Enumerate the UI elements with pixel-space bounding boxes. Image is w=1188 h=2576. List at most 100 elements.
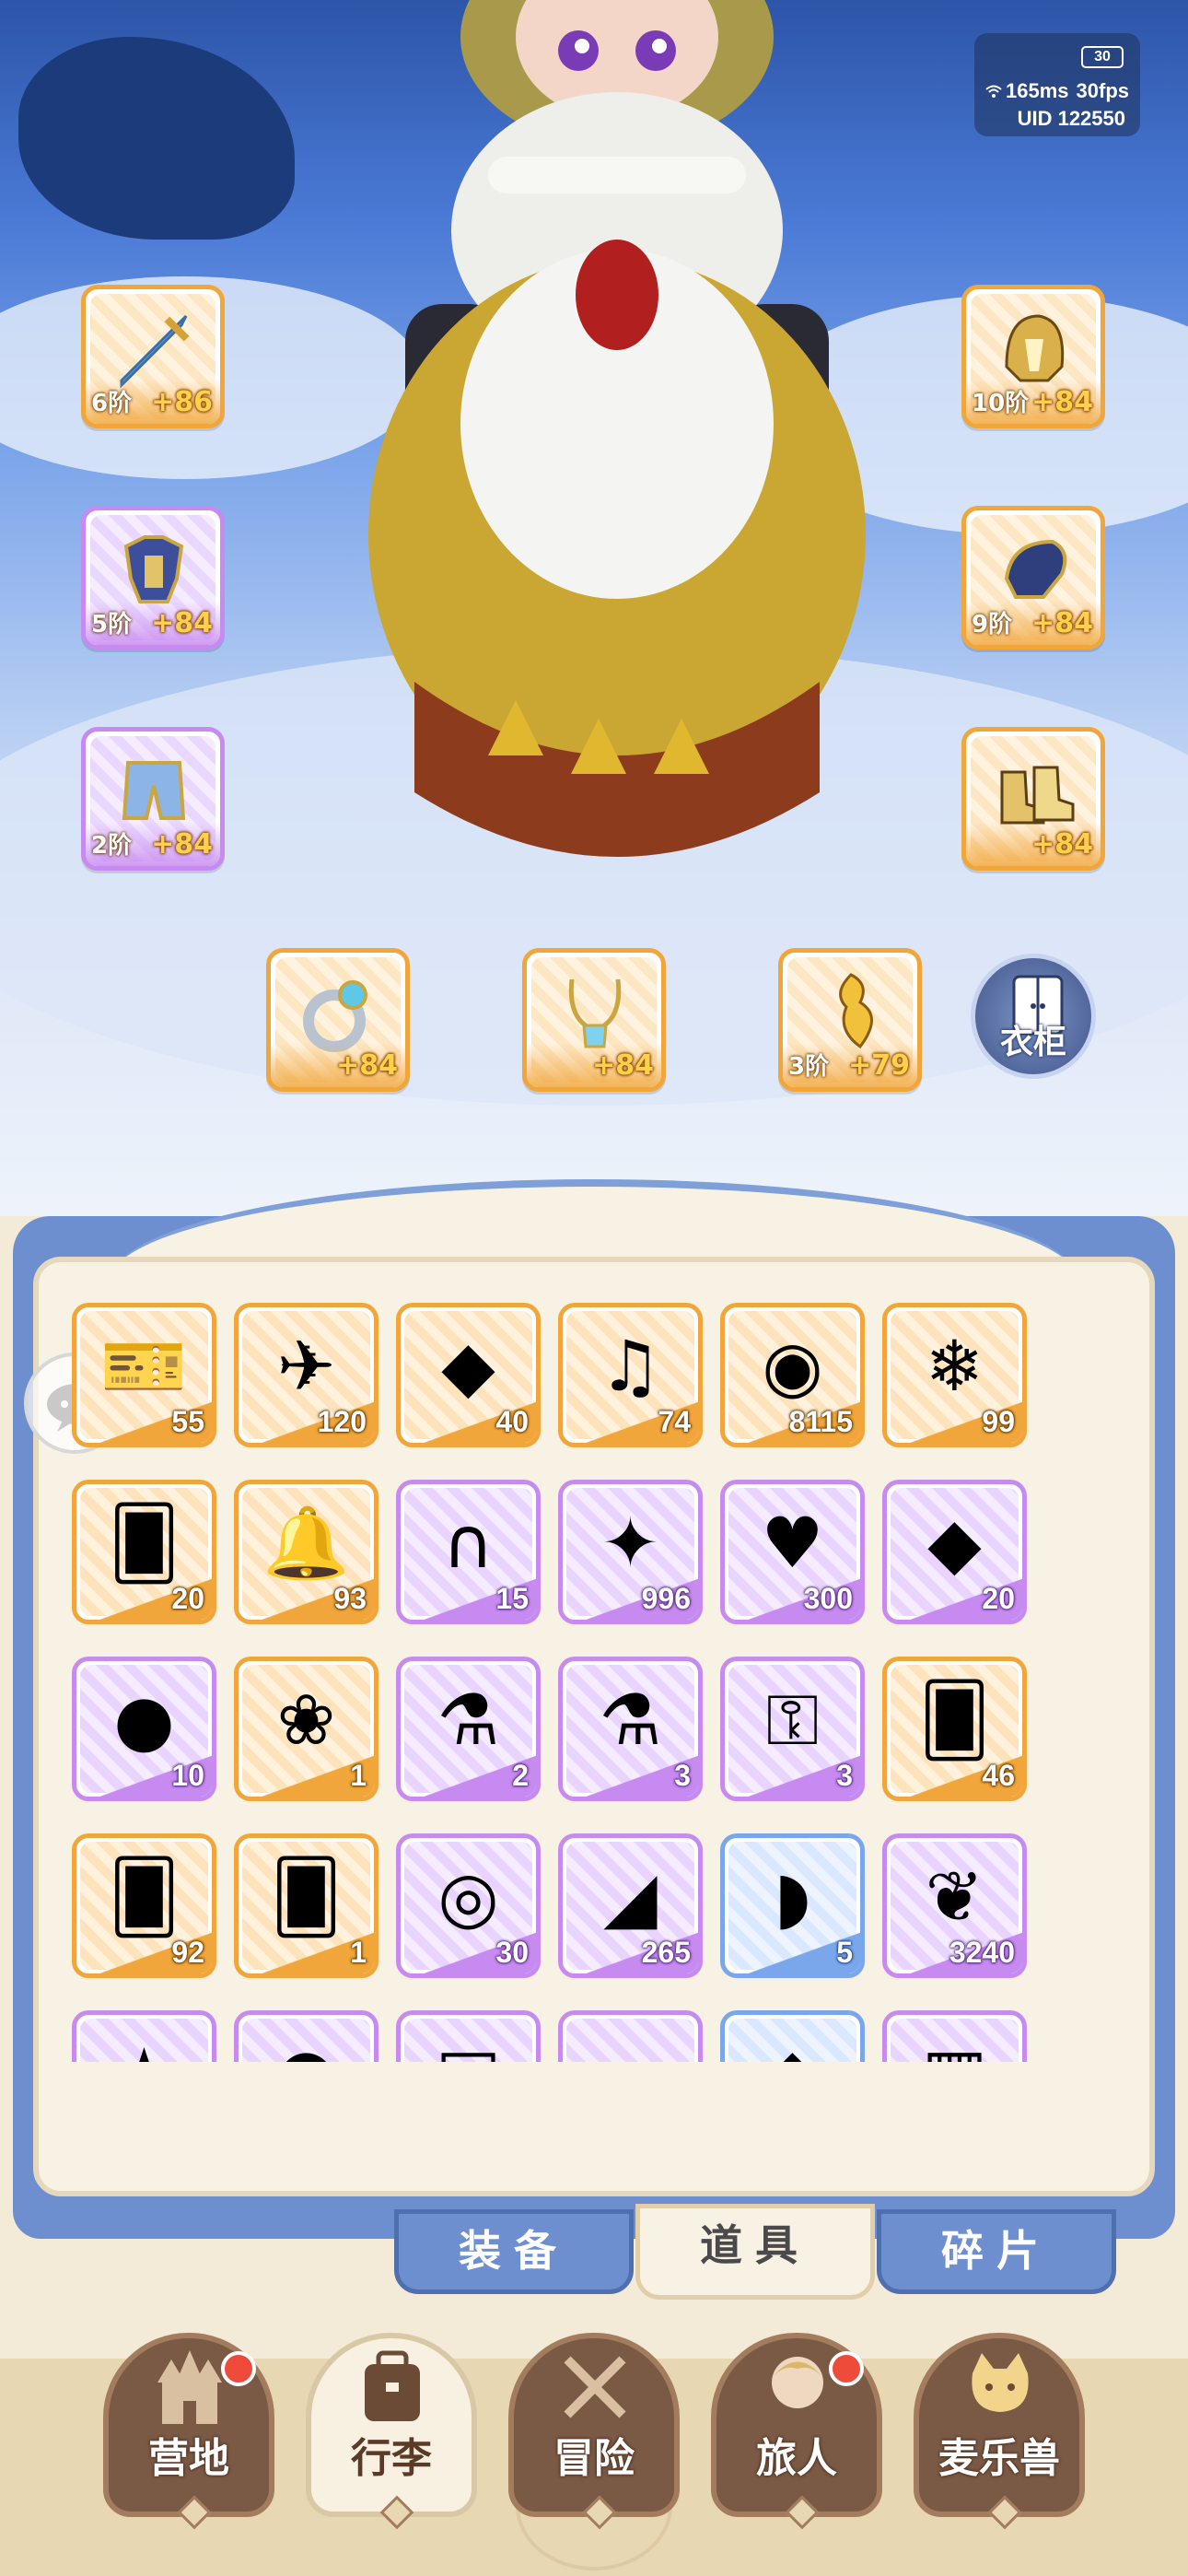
partial-item-icon: ★ xyxy=(76,2028,212,2062)
item-count: 74 xyxy=(658,1405,691,1438)
nav-traveler[interactable]: 旅人 xyxy=(711,2333,882,2530)
inventory-item[interactable]: ⚗ 2 xyxy=(396,1657,541,1801)
inventory-item[interactable]: ◎ 30 xyxy=(396,1833,541,1978)
item-count: 996 xyxy=(641,1582,691,1615)
inventory-item[interactable]: ◗ 5 xyxy=(720,1833,865,1978)
inventory-item[interactable]: ● xyxy=(234,2010,379,2062)
equip-slot-gloves[interactable]: 9阶 +84 xyxy=(961,506,1105,650)
battery-indicator: 30 xyxy=(1081,46,1124,68)
equip-slot-necklace[interactable]: +84 xyxy=(522,948,666,1092)
red-potion-icon: ⚗ xyxy=(599,1679,662,1761)
tab-items[interactable]: 道具 xyxy=(635,2204,875,2300)
notification-badge xyxy=(829,2351,864,2386)
inventory-item[interactable]: 🂠 20 xyxy=(72,1480,216,1624)
inventory-item[interactable]: ◆ 40 xyxy=(396,1303,541,1447)
equip-bonus: +84 xyxy=(151,828,213,861)
inventory-item[interactable]: 🂠 92 xyxy=(72,1833,216,1978)
equip-slot-armor[interactable]: 5阶 +84 xyxy=(81,506,225,650)
tab-equipment[interactable]: 装备 xyxy=(394,2209,634,2294)
inventory-item[interactable]: ❦ 3240 xyxy=(882,1833,1027,1978)
inventory-item[interactable]: ∩ 15 xyxy=(396,1480,541,1624)
purple-gem-icon: ◆ xyxy=(927,1502,982,1584)
outfit-card-icon: 🂠 xyxy=(108,1502,181,1584)
inventory-item[interactable]: ◉ 8115 xyxy=(720,1303,865,1447)
inventory-item[interactable]: ✈ 120 xyxy=(234,1303,379,1447)
item-count: 120 xyxy=(317,1405,367,1438)
equip-tier: 2阶 xyxy=(91,832,133,860)
item-count: 3 xyxy=(674,1759,691,1792)
inventory-item[interactable]: ◢ 265 xyxy=(558,1833,703,1978)
item-count: 30 xyxy=(495,1936,529,1969)
user-id: UID 122550 xyxy=(1017,107,1125,130)
inventory-item[interactable]: ◆ 20 xyxy=(882,1480,1027,1624)
equip-bonus: +84 xyxy=(1031,828,1093,861)
inventory-item[interactable]: 🂠 46 xyxy=(882,1657,1027,1801)
inventory-item[interactable]: ⚗ 3 xyxy=(558,1657,703,1801)
equip-slot-weapon[interactable]: 6阶 +86 xyxy=(81,285,225,428)
nav-camp[interactable]: 营地 xyxy=(103,2333,274,2530)
partial-item-icon: ▰ xyxy=(563,2028,698,2062)
equip-tier: 3阶 xyxy=(788,1053,830,1081)
nav-label: 旅人 xyxy=(756,2435,837,2482)
item-count: 1 xyxy=(350,1759,367,1792)
item-count: 55 xyxy=(171,1405,204,1438)
inventory-item[interactable]: 🂠 1 xyxy=(234,1833,379,1978)
lyre-icon: ♫ xyxy=(599,1325,662,1407)
equip-bonus: +79 xyxy=(848,1049,910,1082)
item-count: 5 xyxy=(836,1936,853,1969)
character-illustration xyxy=(368,0,866,857)
equip-slot-ring[interactable]: +84 xyxy=(266,948,410,1092)
tab-fragments[interactable]: 碎片 xyxy=(877,2209,1116,2294)
item-count: 40 xyxy=(495,1405,529,1438)
paper-plane-icon: ✈ xyxy=(276,1325,336,1407)
nav-pet[interactable]: 麦乐兽 xyxy=(914,2333,1085,2530)
cat-mirror-icon: ◎ xyxy=(437,1856,499,1938)
blue-card-icon: 🂠 xyxy=(918,1679,991,1761)
inventory-item[interactable]: ▤ xyxy=(396,2010,541,2062)
network-status-hud: 30 165ms 30fps UID 122550 xyxy=(974,33,1140,136)
equip-slot-boots[interactable]: +84 xyxy=(961,727,1105,871)
inventory-item[interactable]: ❀ 1 xyxy=(234,1657,379,1801)
inventory-item[interactable]: ◆ xyxy=(720,2010,865,2062)
ice-crystal-icon: ❄ xyxy=(925,1325,984,1407)
equip-slot-pants[interactable]: 2阶 +84 xyxy=(81,727,225,871)
inventory-scroll-area[interactable]: 🎫 55 ✈ 120 ◆ 40 ♫ 74 ◉ 8115 ❄ 99 🂠 20 🔔 93 ∩ 15 ✦ 996 ♥ 300 ◆ 2… xyxy=(72,1303,1085,2062)
item-count: 3 xyxy=(836,1759,853,1792)
inventory-item[interactable]: ♥ 300 xyxy=(720,1480,865,1624)
equip-tier: 6阶 xyxy=(91,390,133,417)
item-count: 20 xyxy=(982,1582,1015,1615)
nav-label: 营地 xyxy=(148,2435,229,2482)
inventory-item[interactable]: ★ xyxy=(72,2010,216,2062)
item-count: 3240 xyxy=(949,1936,1015,1969)
equip-slot-charm[interactable]: 3阶 +79 xyxy=(778,948,922,1092)
inventory-item[interactable]: ⚿ 3 xyxy=(720,1657,865,1801)
gold-card-icon: 🂠 xyxy=(108,1856,181,1938)
inventory-item[interactable]: 🔔 93 xyxy=(234,1480,379,1624)
inventory-item[interactable]: ✦ 996 xyxy=(558,1480,703,1624)
inventory-item[interactable]: 🎫 55 xyxy=(72,1303,216,1447)
player-character[interactable] xyxy=(350,0,884,958)
inventory-item[interactable]: ❄ 99 xyxy=(882,1303,1027,1447)
inventory-grid: 🎫 55 ✈ 120 ◆ 40 ♫ 74 ◉ 8115 ❄ 99 🂠 20 🔔 93 ∩ 15 ✦ 996 ♥ 300 ◆ 2… xyxy=(72,1303,1085,2062)
equip-bonus: +86 xyxy=(151,386,213,418)
item-count: 93 xyxy=(333,1582,367,1615)
equip-slot-helmet[interactable]: 10阶 +84 xyxy=(961,285,1105,428)
wardrobe-button[interactable]: 衣柜 xyxy=(971,954,1096,1079)
partial-item-icon: ▤ xyxy=(401,2028,536,2062)
wardrobe-label: 衣柜 xyxy=(999,1024,1066,1061)
orange-card-icon: 🂠 xyxy=(270,1856,343,1938)
item-count: 265 xyxy=(641,1936,691,1969)
blue-potion-icon: ⚗ xyxy=(437,1679,500,1761)
inventory-item[interactable]: ♫ 74 xyxy=(558,1303,703,1447)
item-count: 300 xyxy=(803,1582,853,1615)
nav-adventure[interactable]: 冒险 xyxy=(508,2333,680,2530)
inventory-item[interactable]: ● 10 xyxy=(72,1657,216,1801)
inventory-item[interactable]: ▦ xyxy=(882,2010,1027,2062)
seed-pack-icon: ❀ xyxy=(276,1679,336,1761)
item-count: 10 xyxy=(171,1759,204,1792)
inventory-item[interactable]: ▰ xyxy=(558,2010,703,2062)
fps-readout: 30fps xyxy=(1076,79,1129,102)
nav-luggage[interactable]: 行李 xyxy=(306,2333,477,2530)
item-count: 92 xyxy=(171,1936,204,1969)
nav-label: 麦乐兽 xyxy=(938,2435,1060,2482)
